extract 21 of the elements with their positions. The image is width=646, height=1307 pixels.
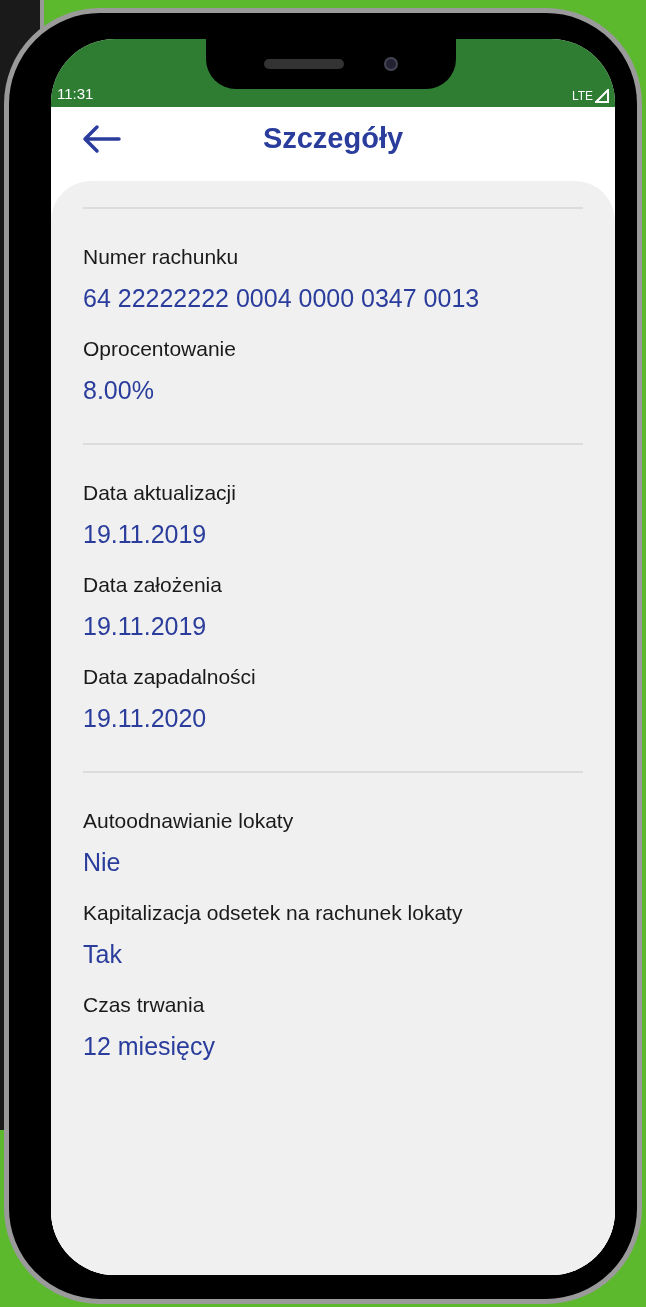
field-value: 8.00% (83, 375, 155, 406)
back-arrow-icon[interactable] (81, 124, 121, 154)
field-label: Data zapadalności (83, 664, 257, 690)
page-title: Szczegóły (262, 121, 404, 157)
field-value: Tak (83, 939, 123, 970)
status-time: 11:31 (57, 83, 94, 104)
field-label: Data założenia (83, 572, 223, 598)
field-label: Autoodnawianie lokaty (83, 808, 295, 834)
field-value: 64 22222222 0004 0000 0347 0013 (83, 283, 481, 314)
signal-icon (595, 89, 609, 103)
field-value: 19.11.2019 (83, 611, 208, 642)
field-value: 19.11.2020 (83, 703, 208, 734)
field-label: Data aktualizacji (83, 480, 237, 506)
field-label: Kapitalizacja odsetek na rachunek lokaty (83, 900, 464, 926)
field-value: 12 miesięcy (83, 1031, 216, 1062)
network-label: LTE (571, 88, 593, 105)
field-value: Nie (83, 847, 122, 878)
field-label: Numer rachunku (83, 244, 240, 270)
field-label: Oprocentowanie (83, 336, 237, 362)
field-label: Czas trwania (83, 992, 206, 1018)
field-value: 19.11.2019 (83, 519, 208, 550)
